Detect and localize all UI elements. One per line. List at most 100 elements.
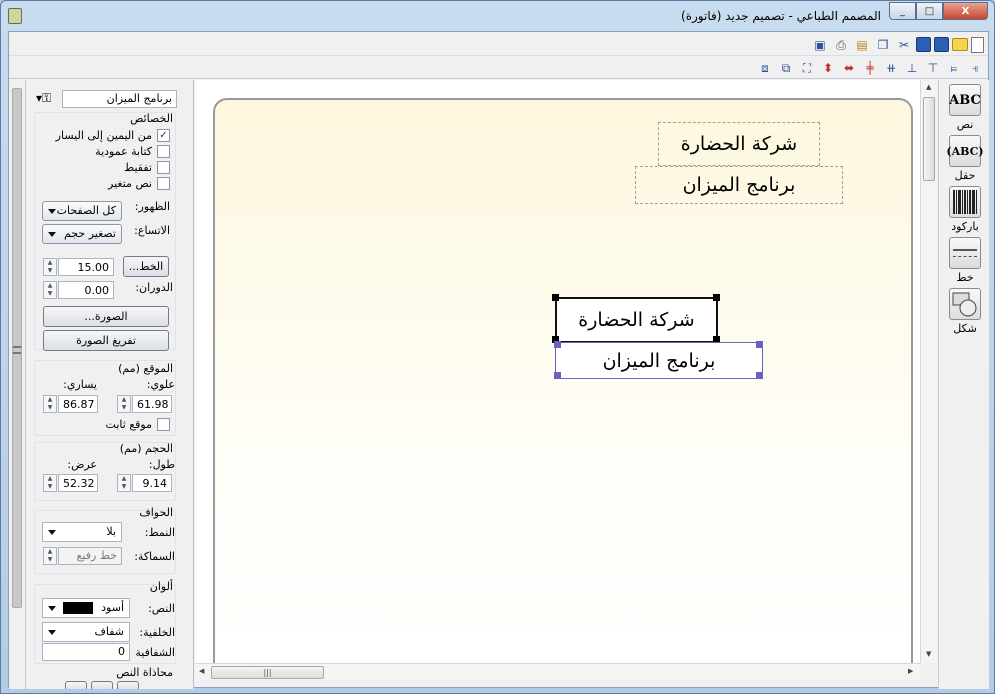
rtl-checkbox[interactable]: ✓ xyxy=(157,129,170,142)
barcode-icon xyxy=(949,186,981,218)
app-icon[interactable] xyxy=(8,8,22,24)
canvas-horizontal-scrollbar[interactable]: ◀ ||| ▶ xyxy=(195,663,920,680)
minimize-button[interactable]: _ xyxy=(889,2,916,20)
client-area: ✂ ❐ ▤ ⎙ ▣ ⫣ ⫢ ⊤ ⊥ ⧺ ╪ ⬌ ⬍ ⛶ ⧉ ⧈ برنامج ا… xyxy=(8,31,989,689)
center-vertical-icon[interactable]: ╪ xyxy=(861,59,879,77)
scroll-up-icon[interactable]: ▲ xyxy=(926,83,931,91)
colors-title: ألوان xyxy=(149,580,173,593)
field-tool-icon: (ABC) xyxy=(946,135,984,167)
same-height-icon[interactable]: ⬍ xyxy=(819,59,837,77)
new-doc-icon[interactable] xyxy=(971,36,984,53)
top-field[interactable]: 61.98 xyxy=(132,395,172,413)
align-center-button[interactable] xyxy=(91,681,113,689)
line-tool[interactable]: خط xyxy=(945,237,985,284)
vertical-checkbox[interactable] xyxy=(157,145,170,158)
stretch-dropdown[interactable]: تصغير حجم xyxy=(42,224,122,244)
align-right-icon[interactable]: ⫣ xyxy=(966,59,984,77)
variable-checkbox[interactable] xyxy=(157,177,170,190)
center-horizontal-icon[interactable]: ⧺ xyxy=(882,59,900,77)
print-preview-icon[interactable]: ▣ xyxy=(811,36,829,54)
barcode-tool[interactable]: باركود xyxy=(945,186,985,233)
rotation-field[interactable]: 0.00 xyxy=(58,281,114,299)
design-canvas[interactable]: شركة الحضارة برنامج الميزان شركة الحضارة… xyxy=(195,80,920,663)
image-button[interactable]: الصورة... xyxy=(43,306,169,327)
left-field[interactable]: 86.87 xyxy=(58,395,98,413)
header-company-text[interactable]: شركة الحضارة xyxy=(658,122,820,166)
rotation-spinner[interactable]: ▲ ▼ xyxy=(43,281,57,299)
stretch-label: الاتساع: xyxy=(134,224,170,237)
opacity-field[interactable]: 0 xyxy=(42,643,130,661)
title-bar[interactable]: المصمم الطباعي - تصميم جديد (فاتورة) _ □… xyxy=(1,1,994,31)
same-width-icon[interactable]: ⬌ xyxy=(840,59,858,77)
report-page[interactable]: شركة الحضارة برنامج الميزان شركة الحضارة… xyxy=(213,98,913,663)
visibility-dropdown[interactable]: كل الصفحات xyxy=(42,201,122,221)
same-size-icon[interactable]: ⛶ xyxy=(798,59,816,77)
height-field[interactable]: 9.14 xyxy=(132,474,172,492)
selected-program-text[interactable]: برنامج الميزان xyxy=(555,342,763,379)
left-spinner[interactable]: ▲ ▼ xyxy=(43,395,57,413)
canvas-vertical-scrollbar[interactable]: ▲ ▼ xyxy=(920,80,937,663)
panel-splitter[interactable] xyxy=(9,80,26,689)
chevron-down-icon xyxy=(48,530,56,535)
copy-icon[interactable]: ❐ xyxy=(874,36,892,54)
open-folder-icon[interactable] xyxy=(952,38,968,51)
close-button[interactable]: X xyxy=(943,2,988,20)
clear-image-button[interactable]: تفريغ الصورة xyxy=(43,330,169,351)
resize-handle[interactable] xyxy=(756,372,763,379)
border-thickness-label: السماكة: xyxy=(134,550,175,563)
text-color-label: النص: xyxy=(148,602,175,615)
align-bottom-icon[interactable]: ⊥ xyxy=(903,59,921,77)
chevron-down-icon xyxy=(48,630,56,635)
thickness-spinner[interactable]: ▲ ▼ xyxy=(43,547,57,565)
bring-front-icon[interactable]: ⧉ xyxy=(777,59,795,77)
width-spinner[interactable]: ▲ ▼ xyxy=(43,474,57,492)
window-controls: _ □ X xyxy=(889,2,988,20)
send-back-icon[interactable]: ⧈ xyxy=(756,59,774,77)
align-right-button[interactable] xyxy=(117,681,139,689)
border-style-value: بلا xyxy=(106,525,116,538)
resize-handle[interactable] xyxy=(756,341,763,348)
print-icon[interactable]: ⎙ xyxy=(832,36,850,54)
cut-icon[interactable]: ✂ xyxy=(895,36,913,54)
horizontal-scroll-thumb[interactable]: ||| xyxy=(211,666,324,679)
resize-handle[interactable] xyxy=(713,294,720,301)
paste-icon[interactable]: ▤ xyxy=(853,36,871,54)
align-left-icon[interactable]: ⫢ xyxy=(945,59,963,77)
font-size-field[interactable]: 15.00 xyxy=(58,258,114,276)
font-button[interactable]: الخط... xyxy=(123,256,169,277)
height-spinner[interactable]: ▲ ▼ xyxy=(117,474,131,492)
resize-handle[interactable] xyxy=(554,341,561,348)
border-style-dropdown[interactable]: بلا xyxy=(42,522,122,542)
align-left-button[interactable] xyxy=(65,681,87,689)
object-picker-icon[interactable]: ⚿▾ xyxy=(36,91,51,106)
selected-company-text[interactable]: شركة الحضارة xyxy=(555,297,718,343)
main-toolbar: ✂ ❐ ▤ ⎙ ▣ xyxy=(9,34,988,56)
shape-tool[interactable]: شكل xyxy=(945,288,985,335)
vertical-label: كتابة عمودية xyxy=(95,145,152,158)
top-spinner[interactable]: ▲ ▼ xyxy=(117,395,131,413)
resize-handle[interactable] xyxy=(554,372,561,379)
bg-color-dropdown[interactable]: شفاف xyxy=(42,622,130,642)
rtl-label: من اليمين إلى اليسار xyxy=(55,129,152,142)
save-as-icon[interactable] xyxy=(916,37,931,52)
scroll-down-icon[interactable]: ▼ xyxy=(926,650,931,658)
align-top-icon[interactable]: ⊤ xyxy=(924,59,942,77)
border-title: الحواف xyxy=(139,506,173,519)
header-program-text[interactable]: برنامج الميزان xyxy=(635,166,843,204)
visibility-value: كل الصفحات xyxy=(56,204,116,217)
thickness-field[interactable]: خط رفيع xyxy=(58,547,122,565)
scroll-left-icon[interactable]: ◀ xyxy=(199,667,204,675)
font-size-spinner[interactable]: ▲ ▼ xyxy=(43,258,57,276)
maximize-button[interactable]: □ xyxy=(916,2,943,20)
field-tool[interactable]: (ABC) حقل xyxy=(945,135,985,182)
text-tool[interactable]: ABC نص xyxy=(945,84,985,131)
text-color-dropdown[interactable]: أسود xyxy=(42,598,130,618)
object-select[interactable]: برنامج الميزان xyxy=(62,90,177,108)
scroll-right-icon[interactable]: ▶ xyxy=(908,667,913,675)
save-icon[interactable] xyxy=(934,37,949,52)
wrap-checkbox[interactable] xyxy=(157,161,170,174)
resize-handle[interactable] xyxy=(552,294,559,301)
fixed-position-checkbox[interactable] xyxy=(157,418,170,431)
width-field[interactable]: 52.32 xyxy=(58,474,98,492)
vertical-scroll-thumb[interactable] xyxy=(923,97,935,181)
